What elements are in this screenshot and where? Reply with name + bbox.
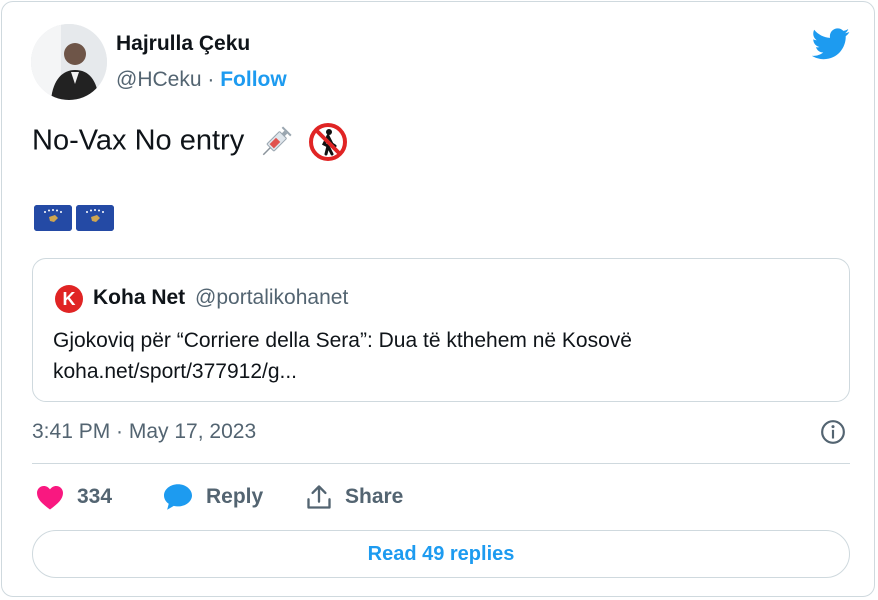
- info-icon[interactable]: [820, 419, 846, 445]
- avatar[interactable]: [31, 24, 107, 100]
- kosovo-flag-icon: [34, 205, 72, 231]
- author-name[interactable]: Hajrulla Çeku: [116, 32, 250, 56]
- author-handle[interactable]: @HCeku: [116, 68, 202, 91]
- read-replies-button[interactable]: Read 49 replies: [32, 530, 850, 578]
- quoted-text-link: koha.net/sport/377912/g...: [53, 360, 298, 383]
- quoted-tweet-text: Gjokoviq për “Corriere della Sera”: Dua …: [53, 325, 632, 387]
- quoted-author-name: Koha Net: [93, 286, 186, 309]
- share-label: Share: [345, 485, 404, 508]
- heart-icon: [37, 486, 63, 510]
- avatar-photo: [31, 24, 107, 100]
- like-count: 334: [77, 485, 113, 508]
- quoted-text-line-1: Gjokoviq për “Corriere della Sera”: Dua …: [53, 329, 632, 352]
- quoted-author: Koha Net @portalikohanet: [93, 286, 348, 310]
- like-button[interactable]: 334: [35, 482, 112, 512]
- tweet-timestamp[interactable]: 3:41 PM · May 17, 2023: [32, 420, 256, 444]
- tweet-text: No-Vax No entry: [32, 122, 348, 162]
- reply-bubble-icon: [164, 484, 192, 510]
- author-handle-line: @HCeku · Follow: [116, 68, 287, 92]
- follow-button[interactable]: Follow: [220, 68, 287, 91]
- syringe-icon: [263, 126, 292, 156]
- divider: [32, 463, 850, 464]
- reply-label: Reply: [206, 485, 264, 508]
- no-pedestrians-icon: [309, 123, 348, 161]
- kosovo-flag-icon: [76, 205, 114, 231]
- reply-button[interactable]: Reply: [162, 482, 263, 512]
- quoted-tweet[interactable]: K Koha Net @portalikohanet Gjokoviq për …: [32, 258, 850, 402]
- quoted-author-handle: @portalikohanet: [195, 286, 349, 309]
- embedded-tweet-card: Hajrulla Çeku @HCeku · Follow No-Vax No …: [1, 1, 875, 597]
- separator-dot: ·: [207, 68, 215, 91]
- share-icon: [307, 485, 331, 509]
- share-button[interactable]: Share: [305, 482, 403, 512]
- flag-emojis: [34, 205, 118, 231]
- koha-net-logo: K: [55, 285, 83, 313]
- twitter-bird-icon[interactable]: [812, 28, 850, 60]
- tweet-text-content: No-Vax No entry: [32, 124, 245, 157]
